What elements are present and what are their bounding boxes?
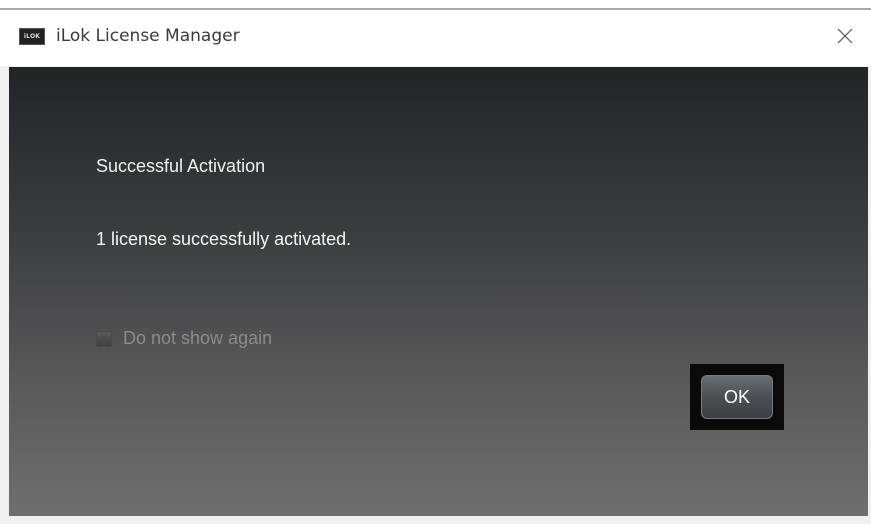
window-bottom-border [0,516,871,524]
dialog-window: iLOK iLok License Manager Successful Act… [0,8,871,524]
close-button[interactable] [823,16,867,56]
dialog-content: Successful Activation 1 license successf… [9,67,868,516]
ok-button-focus-frame: OK [690,364,784,430]
close-icon [837,28,853,44]
dialog-message: 1 license successfully activated. [96,229,352,249]
ilok-logo-icon: iLOK [19,28,45,45]
do-not-show-again-checkbox[interactable] [96,330,112,347]
window-title: iLok License Manager [56,26,240,46]
do-not-show-again-label: Do not show again [123,328,273,348]
dialog-heading: Successful Activation [96,156,266,176]
title-bar[interactable]: iLOK iLok License Manager [0,10,871,66]
do-not-show-again-option[interactable]: Do not show again [96,328,272,349]
app-icon-text: iLOK [23,33,41,40]
ok-button[interactable]: OK [701,375,773,419]
